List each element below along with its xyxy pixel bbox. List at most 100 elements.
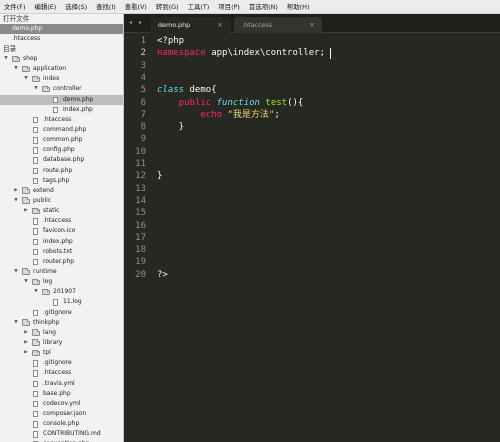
tree-item[interactable]: codecov.yml	[0, 399, 123, 409]
folder-icon	[32, 207, 40, 215]
tree-item[interactable]: 11.log	[0, 297, 123, 307]
tree-item[interactable]: command.php	[0, 125, 123, 135]
tree-item[interactable]: .gitignore	[0, 308, 123, 318]
tree-item[interactable]: ▶ tpl	[0, 348, 123, 358]
chevron-down-icon[interactable]: ▼	[33, 287, 39, 297]
tree-item[interactable]: console.php	[0, 419, 123, 429]
code-token: test	[265, 97, 288, 108]
tree-item[interactable]: .htaccess	[0, 368, 123, 378]
tree-item[interactable]: ▶ static	[0, 206, 123, 216]
tree-item[interactable]: ▶ extend	[0, 186, 123, 196]
tree-item[interactable]: Index.php	[0, 105, 123, 115]
code-editor[interactable]: 1 <?php 2 namespace app\index\controller; 3 4…	[124, 33, 500, 442]
chevron-right-icon[interactable]: ▶	[23, 328, 29, 338]
close-icon[interactable]: ×	[309, 17, 315, 33]
chevron-right-icon[interactable]: ▶	[23, 348, 29, 358]
tree-item[interactable]: ▼ shop	[0, 54, 123, 64]
chevron-down-icon[interactable]: ▼	[13, 267, 19, 277]
tree-item[interactable]: ▼ application	[0, 64, 123, 74]
folder-icon	[42, 85, 50, 93]
folder-icon	[22, 268, 30, 275]
tree-item[interactable]: config.php	[0, 145, 123, 155]
open-file-item[interactable]: .htaccess	[0, 34, 123, 44]
code-line[interactable]: namespace app\index\controller;	[157, 47, 325, 59]
code-line[interactable]: echo "我是方法";	[157, 109, 279, 121]
tree-item[interactable]: ▶ library	[0, 338, 123, 348]
code-token: (){	[287, 97, 304, 108]
menu-item[interactable]: 编辑(E)	[30, 2, 61, 11]
menu-item[interactable]: 文件(F)	[0, 2, 30, 11]
file-icon	[33, 431, 38, 438]
tree-item[interactable]: .travis.yml	[0, 379, 123, 389]
chevron-down-icon[interactable]: ▼	[23, 74, 29, 84]
tree-item[interactable]: ▶ lang	[0, 328, 123, 338]
tree-item-label: log	[43, 278, 53, 286]
menu-item[interactable]: 首选项(N)	[245, 2, 283, 11]
tree-item[interactable]: tags.php	[0, 176, 123, 186]
code-line[interactable]: <?php	[157, 35, 184, 47]
tab-next-icon[interactable]: ▸	[139, 19, 142, 26]
chevron-right-icon[interactable]: ▶	[13, 186, 19, 196]
folder-icon	[32, 278, 40, 286]
tree-item[interactable]: demo.php	[0, 94, 123, 105]
chevron-down-icon[interactable]: ▼	[23, 277, 29, 287]
tree-item[interactable]: common.php	[0, 135, 123, 145]
tab-demo-php[interactable]: demo.php ×	[150, 17, 230, 33]
tree-item[interactable]: CONTRIBUTING.md	[0, 429, 123, 439]
chevron-right-icon[interactable]: ▶	[23, 338, 29, 348]
code-line[interactable]: }	[157, 170, 162, 182]
tree-item[interactable]: base.php	[0, 389, 123, 399]
menu-item[interactable]: 项目(P)	[214, 2, 245, 11]
open-file-item[interactable]: demo.php	[0, 24, 123, 34]
chevron-right-icon[interactable]: ▶	[23, 206, 29, 216]
menu-item[interactable]: 选择(S)	[61, 2, 92, 11]
tree-item[interactable]: ▼ thinkphp	[0, 318, 123, 328]
tree-item[interactable]: route.php	[0, 166, 123, 176]
tree-item[interactable]: robots.txt	[0, 247, 123, 257]
tree-item[interactable]: .htaccess	[0, 115, 123, 125]
tree-item[interactable]: favicon.ico	[0, 226, 123, 236]
tab-prev-icon[interactable]: ◂	[129, 19, 132, 26]
code-token: class	[157, 85, 185, 96]
tree-item[interactable]: index.php	[0, 237, 123, 247]
tree-item-label: robots.txt	[43, 247, 73, 255]
tree-item-label: .htaccess	[43, 217, 72, 225]
code-token: "我是方法"	[227, 109, 275, 120]
tree-item[interactable]: ▼ runtime	[0, 267, 123, 277]
tree-item[interactable]: composer.json	[0, 409, 123, 419]
tree-item[interactable]: ▼ controller	[0, 84, 123, 94]
tree-item-label: route.php	[43, 166, 73, 174]
chevron-down-icon[interactable]: ▼	[3, 54, 9, 64]
folder-icon	[32, 75, 40, 83]
chevron-down-icon[interactable]: ▼	[13, 196, 19, 206]
menu-item[interactable]: 查找(I)	[92, 2, 121, 11]
tree-item[interactable]: ▼ public	[0, 196, 123, 206]
close-icon[interactable]: ×	[217, 17, 223, 33]
tree-item[interactable]: ▼ index	[0, 74, 123, 84]
tree-item-label: controller	[53, 85, 82, 93]
tree-item-label: application	[33, 65, 67, 73]
menu-item[interactable]: 转到(G)	[152, 2, 184, 11]
chevron-down-icon[interactable]: ▼	[33, 84, 39, 94]
menu-item[interactable]: 工具(T)	[184, 2, 215, 11]
chevron-down-icon[interactable]: ▼	[13, 64, 19, 74]
tree-item[interactable]: router.php	[0, 257, 123, 267]
tab-htaccess[interactable]: .htaccess ×	[234, 17, 322, 33]
menu-item[interactable]: 帮助(H)	[283, 2, 315, 11]
code-line[interactable]: public function test(){	[157, 97, 304, 109]
code-line[interactable]: class demo{	[157, 84, 217, 96]
file-icon	[33, 258, 38, 266]
tree-item[interactable]: database.php	[0, 155, 123, 165]
code-line[interactable]: ?>	[157, 269, 168, 281]
chevron-down-icon[interactable]: ▼	[13, 318, 19, 328]
tree-item-label: shop	[23, 55, 38, 62]
tree-item[interactable]: .gitignore	[0, 358, 123, 368]
code-line[interactable]: }	[157, 121, 184, 133]
tree-item[interactable]: ▼ log	[0, 277, 123, 287]
tree-item-label: composer.json	[43, 409, 87, 417]
tree-item[interactable]: ▼ 201907	[0, 287, 123, 297]
menu-item[interactable]: 查看(V)	[121, 2, 152, 11]
tree-item[interactable]: .htaccess	[0, 216, 123, 226]
file-icon	[33, 309, 38, 317]
code-token: }	[157, 171, 163, 182]
